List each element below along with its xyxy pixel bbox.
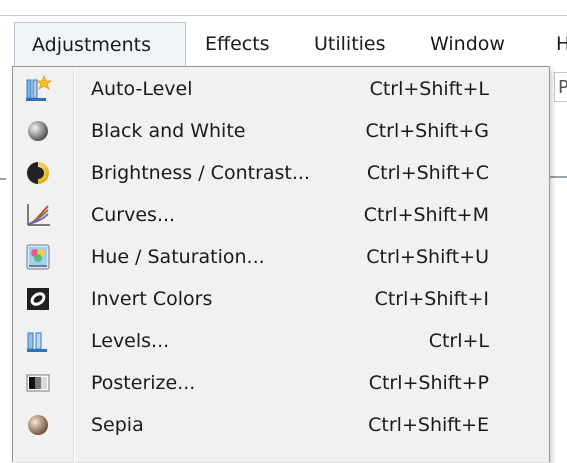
menu-item-label: Black and White [91,120,246,142]
menubar-top-border [0,15,567,16]
menu-window[interactable]: Window [430,22,505,66]
levels-icon [23,326,53,356]
menu-item-shortcut: Ctrl+L [428,330,489,352]
menu-effects[interactable]: Effects [205,22,270,66]
hue-saturation-icon [23,242,53,272]
posterize-icon [23,368,53,398]
menu-utilities[interactable]: Utilities [314,22,386,66]
auto-level-icon [23,74,53,104]
menu-item-auto-level[interactable]: Auto-Level Ctrl+Shift+L [15,69,547,109]
menu-item-curves[interactable]: Curves... Ctrl+Shift+M [15,195,547,235]
menu-item-label: Brightness / Contrast... [91,162,310,184]
menu-item-label: Posterize... [91,372,196,394]
background-divider-right [549,176,567,178]
brightness-contrast-icon [23,158,53,188]
menu-item-sepia[interactable]: Sepia Ctrl+Shift+E [15,405,547,445]
menu-item-posterize[interactable]: Posterize... Ctrl+Shift+P [15,363,547,403]
menu-item-label: Levels... [91,330,170,352]
menu-item-invert-colors[interactable]: Invert Colors Ctrl+Shift+I [15,279,547,319]
menu-item-black-and-white[interactable]: Black and White Ctrl+Shift+G [15,111,547,151]
menu-item-shortcut: Ctrl+Shift+U [366,246,489,268]
invert-colors-icon [23,284,53,314]
menu-help[interactable]: H [556,22,567,66]
adjustments-dropdown: Auto-Level Ctrl+Shift+L Black and White … [12,66,550,463]
menu-item-label: Auto-Level [91,78,193,100]
menu-item-shortcut: Ctrl+Shift+C [366,162,489,184]
menu-adjustments[interactable]: Adjustments [14,22,186,66]
menu-item-levels[interactable]: Levels... Ctrl+L [15,321,547,361]
menu-item-shortcut: Ctrl+Shift+G [365,120,489,142]
menu-item-shortcut: Ctrl+Shift+L [369,78,489,100]
menu-item-label: Hue / Saturation... [91,246,265,268]
menu-item-shortcut: Ctrl+Shift+E [368,414,489,436]
sepia-icon [23,410,53,440]
menu-item-shortcut: Ctrl+Shift+I [374,288,489,310]
menu-item-shortcut: Ctrl+Shift+P [368,372,489,394]
menu-item-label: Sepia [91,414,144,436]
black-and-white-icon [23,116,53,146]
background-divider-left [0,178,6,180]
menu-item-label: Curves... [91,204,176,226]
menu-item-label: Invert Colors [91,288,213,310]
background-text-field: P [554,72,567,102]
menu-item-brightness-contrast[interactable]: Brightness / Contrast... Ctrl+Shift+C [15,153,547,193]
menu-bar: Adjustments Effects Utilities Window H [0,0,567,66]
curves-icon [23,200,53,230]
menu-item-hue-saturation[interactable]: Hue / Saturation... Ctrl+Shift+U [15,237,547,277]
menu-item-shortcut: Ctrl+Shift+M [363,204,489,226]
